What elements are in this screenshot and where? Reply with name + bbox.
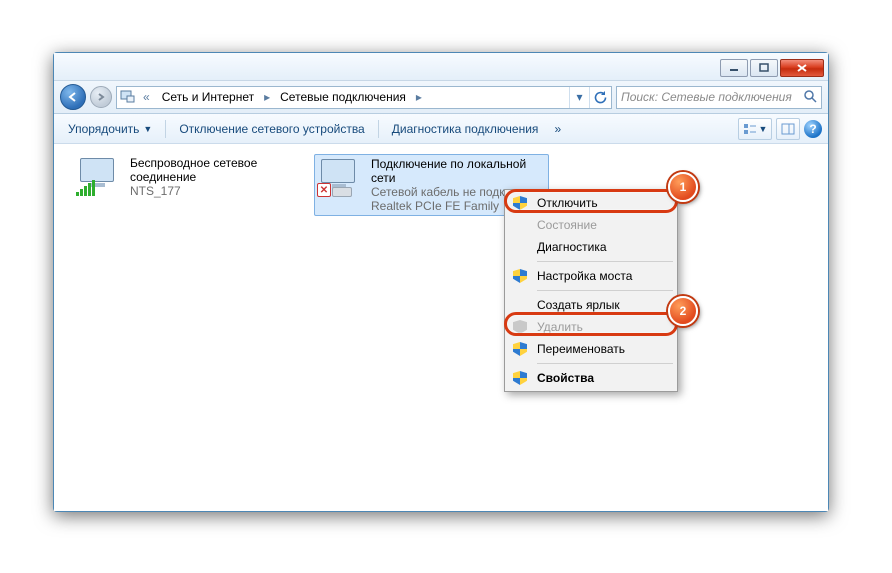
address-dropdown-button[interactable]: ▾ — [569, 87, 589, 108]
nav-back-button[interactable] — [60, 84, 86, 110]
nav-forward-button[interactable] — [90, 86, 112, 108]
connection-title: Беспроводное сетевое соединение — [130, 156, 307, 184]
ctx-rename-label: Переименовать — [537, 342, 625, 356]
disconnected-badge-icon: ✕ — [317, 183, 331, 197]
annotation-badge-1: 1 — [668, 172, 698, 202]
location-icon — [119, 88, 135, 107]
ctx-bridge-label: Настройка моста — [537, 269, 632, 283]
ctx-status-label: Состояние — [537, 218, 597, 232]
ctx-bridge[interactable]: Настройка моста — [507, 265, 675, 287]
command-bar: Упорядочить ▼ Отключение сетевого устрой… — [54, 114, 828, 144]
ctx-diagnose[interactable]: Диагностика — [507, 236, 675, 258]
organize-label: Упорядочить — [68, 122, 139, 136]
separator — [537, 363, 673, 364]
dropdown-icon: ▼ — [143, 124, 152, 134]
search-placeholder: Поиск: Сетевые подключения — [621, 90, 792, 104]
ctx-rename[interactable]: Переименовать — [507, 338, 675, 360]
ctx-shortcut-label: Создать ярлык — [537, 298, 620, 312]
shield-icon — [513, 342, 527, 356]
separator — [537, 261, 673, 262]
annotation-number: 2 — [680, 304, 687, 318]
diagnose-button[interactable]: Диагностика подключения — [384, 118, 547, 140]
search-icon — [803, 89, 817, 106]
chevron-right-icon: ▸ — [262, 90, 272, 104]
refresh-button[interactable] — [589, 87, 609, 108]
ctx-properties[interactable]: Свойства — [507, 367, 675, 389]
breadcrumb-root[interactable]: Сеть и Интернет — [158, 88, 258, 106]
breadcrumb-current[interactable]: Сетевые подключения — [276, 88, 410, 106]
explorer-window: « Сеть и Интернет ▸ Сетевые подключения … — [53, 52, 829, 512]
separator — [165, 120, 166, 138]
separator — [537, 290, 673, 291]
dropdown-icon: ▼ — [759, 124, 768, 134]
annotation-ring-1 — [504, 189, 678, 213]
wireless-icon — [76, 156, 124, 196]
organize-menu[interactable]: Упорядочить ▼ — [60, 118, 160, 140]
close-button[interactable] — [780, 59, 824, 77]
toolbar-overflow-button[interactable]: » — [548, 122, 567, 136]
pane-icon — [781, 123, 795, 135]
ctx-status: Состояние — [507, 214, 675, 236]
connection-ssid: NTS_177 — [130, 184, 307, 198]
tiles-icon — [743, 123, 757, 135]
help-button[interactable]: ? — [804, 120, 822, 138]
titlebar — [54, 53, 828, 81]
disable-device-label: Отключение сетевого устройства — [179, 122, 364, 136]
disable-device-button[interactable]: Отключение сетевого устройства — [171, 118, 372, 140]
connection-title: Подключение по локальной сети — [371, 157, 546, 185]
maximize-button[interactable] — [750, 59, 778, 77]
address-bar[interactable]: « Сеть и Интернет ▸ Сетевые подключения … — [116, 86, 612, 109]
annotation-ring-2 — [504, 312, 678, 336]
ctx-properties-label: Свойства — [537, 371, 594, 385]
ctx-diagnose-label: Диагностика — [537, 240, 607, 254]
separator — [378, 120, 379, 138]
annotation-number: 1 — [680, 180, 687, 194]
breadcrumb-overflow-icon[interactable]: « — [139, 90, 154, 104]
view-options-button[interactable]: ▼ — [738, 118, 772, 140]
lan-icon: ✕ — [317, 157, 365, 197]
connection-item-wireless[interactable]: Беспроводное сетевое соединение NTS_177 — [74, 154, 309, 200]
shield-icon — [513, 371, 527, 385]
preview-pane-button[interactable] — [776, 118, 800, 140]
chevron-right-icon: ▸ — [414, 90, 424, 104]
content-area: Беспроводное сетевое соединение NTS_177 … — [54, 144, 828, 511]
minimize-button[interactable] — [720, 59, 748, 77]
annotation-badge-2: 2 — [668, 296, 698, 326]
search-box[interactable]: Поиск: Сетевые подключения — [616, 86, 822, 109]
context-menu: Отключить Состояние Диагностика Настройк… — [504, 189, 678, 392]
navbar: « Сеть и Интернет ▸ Сетевые подключения … — [54, 81, 828, 114]
shield-icon — [513, 269, 527, 283]
diagnose-label: Диагностика подключения — [392, 122, 539, 136]
